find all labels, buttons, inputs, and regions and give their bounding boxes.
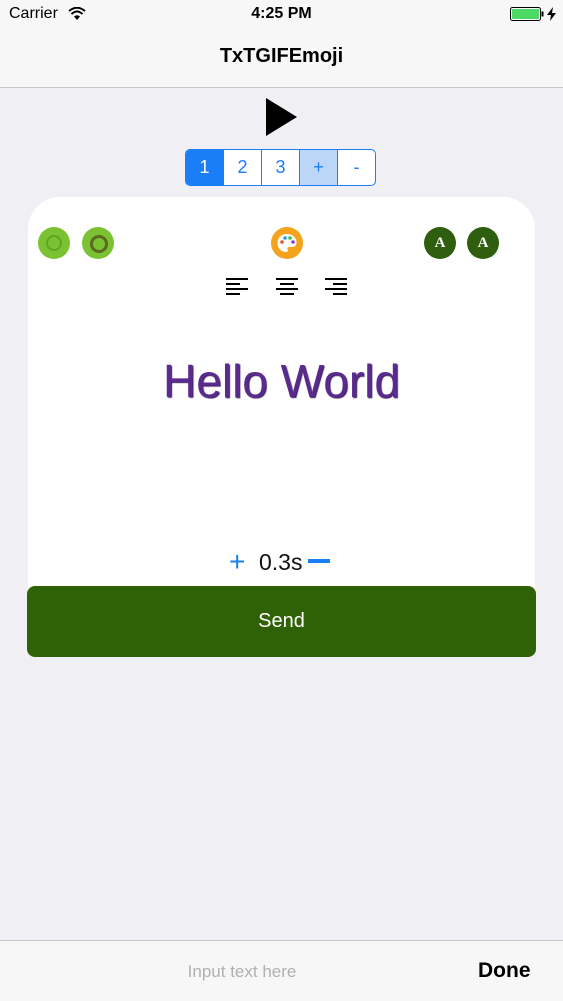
align-right-icon[interactable]	[325, 277, 347, 297]
page-title: TxTGIFEmoji	[219, 45, 344, 67]
shadow-ring-icon[interactable]	[82, 227, 114, 259]
preview-text: Hello World	[163, 355, 400, 407]
text-input[interactable]	[40, 954, 444, 990]
align-center-icon[interactable]	[276, 277, 298, 297]
duration-decrease-button[interactable]	[308, 559, 330, 563]
palette-glyph-icon	[277, 234, 297, 252]
rotate-right-icon[interactable]: A	[467, 227, 499, 259]
battery-icon	[510, 7, 544, 21]
segment-frame-1[interactable]: 1	[186, 150, 223, 185]
input-toolbar: Done	[0, 940, 563, 1001]
stroke-ring-icon[interactable]	[38, 227, 70, 259]
palette-icon[interactable]	[271, 227, 303, 259]
frame-segmented-control: 1 2 3 + -	[185, 149, 376, 186]
duration-value: 0.3s	[259, 549, 303, 575]
segment-add-frame[interactable]: +	[299, 150, 337, 185]
segment-frame-3[interactable]: 3	[261, 150, 299, 185]
done-button[interactable]: Done	[478, 959, 531, 983]
align-left-icon[interactable]	[226, 277, 248, 297]
status-bar: Carrier 4:25 PM	[0, 0, 563, 30]
rotate-left-letter: A	[434, 234, 446, 251]
clock: 4:25 PM	[251, 5, 312, 22]
charging-icon	[547, 7, 556, 21]
rotate-left-icon[interactable]: A	[424, 227, 456, 259]
send-button[interactable]: Send	[27, 586, 536, 657]
navigation-bar: TxTGIFEmoji	[0, 30, 563, 88]
play-icon[interactable]	[264, 98, 298, 136]
rotate-right-letter: A	[477, 234, 489, 251]
segment-frame-2[interactable]: 2	[223, 150, 261, 185]
duration-increase-button[interactable]: +	[229, 548, 245, 576]
segment-remove-frame[interactable]: -	[337, 150, 375, 185]
